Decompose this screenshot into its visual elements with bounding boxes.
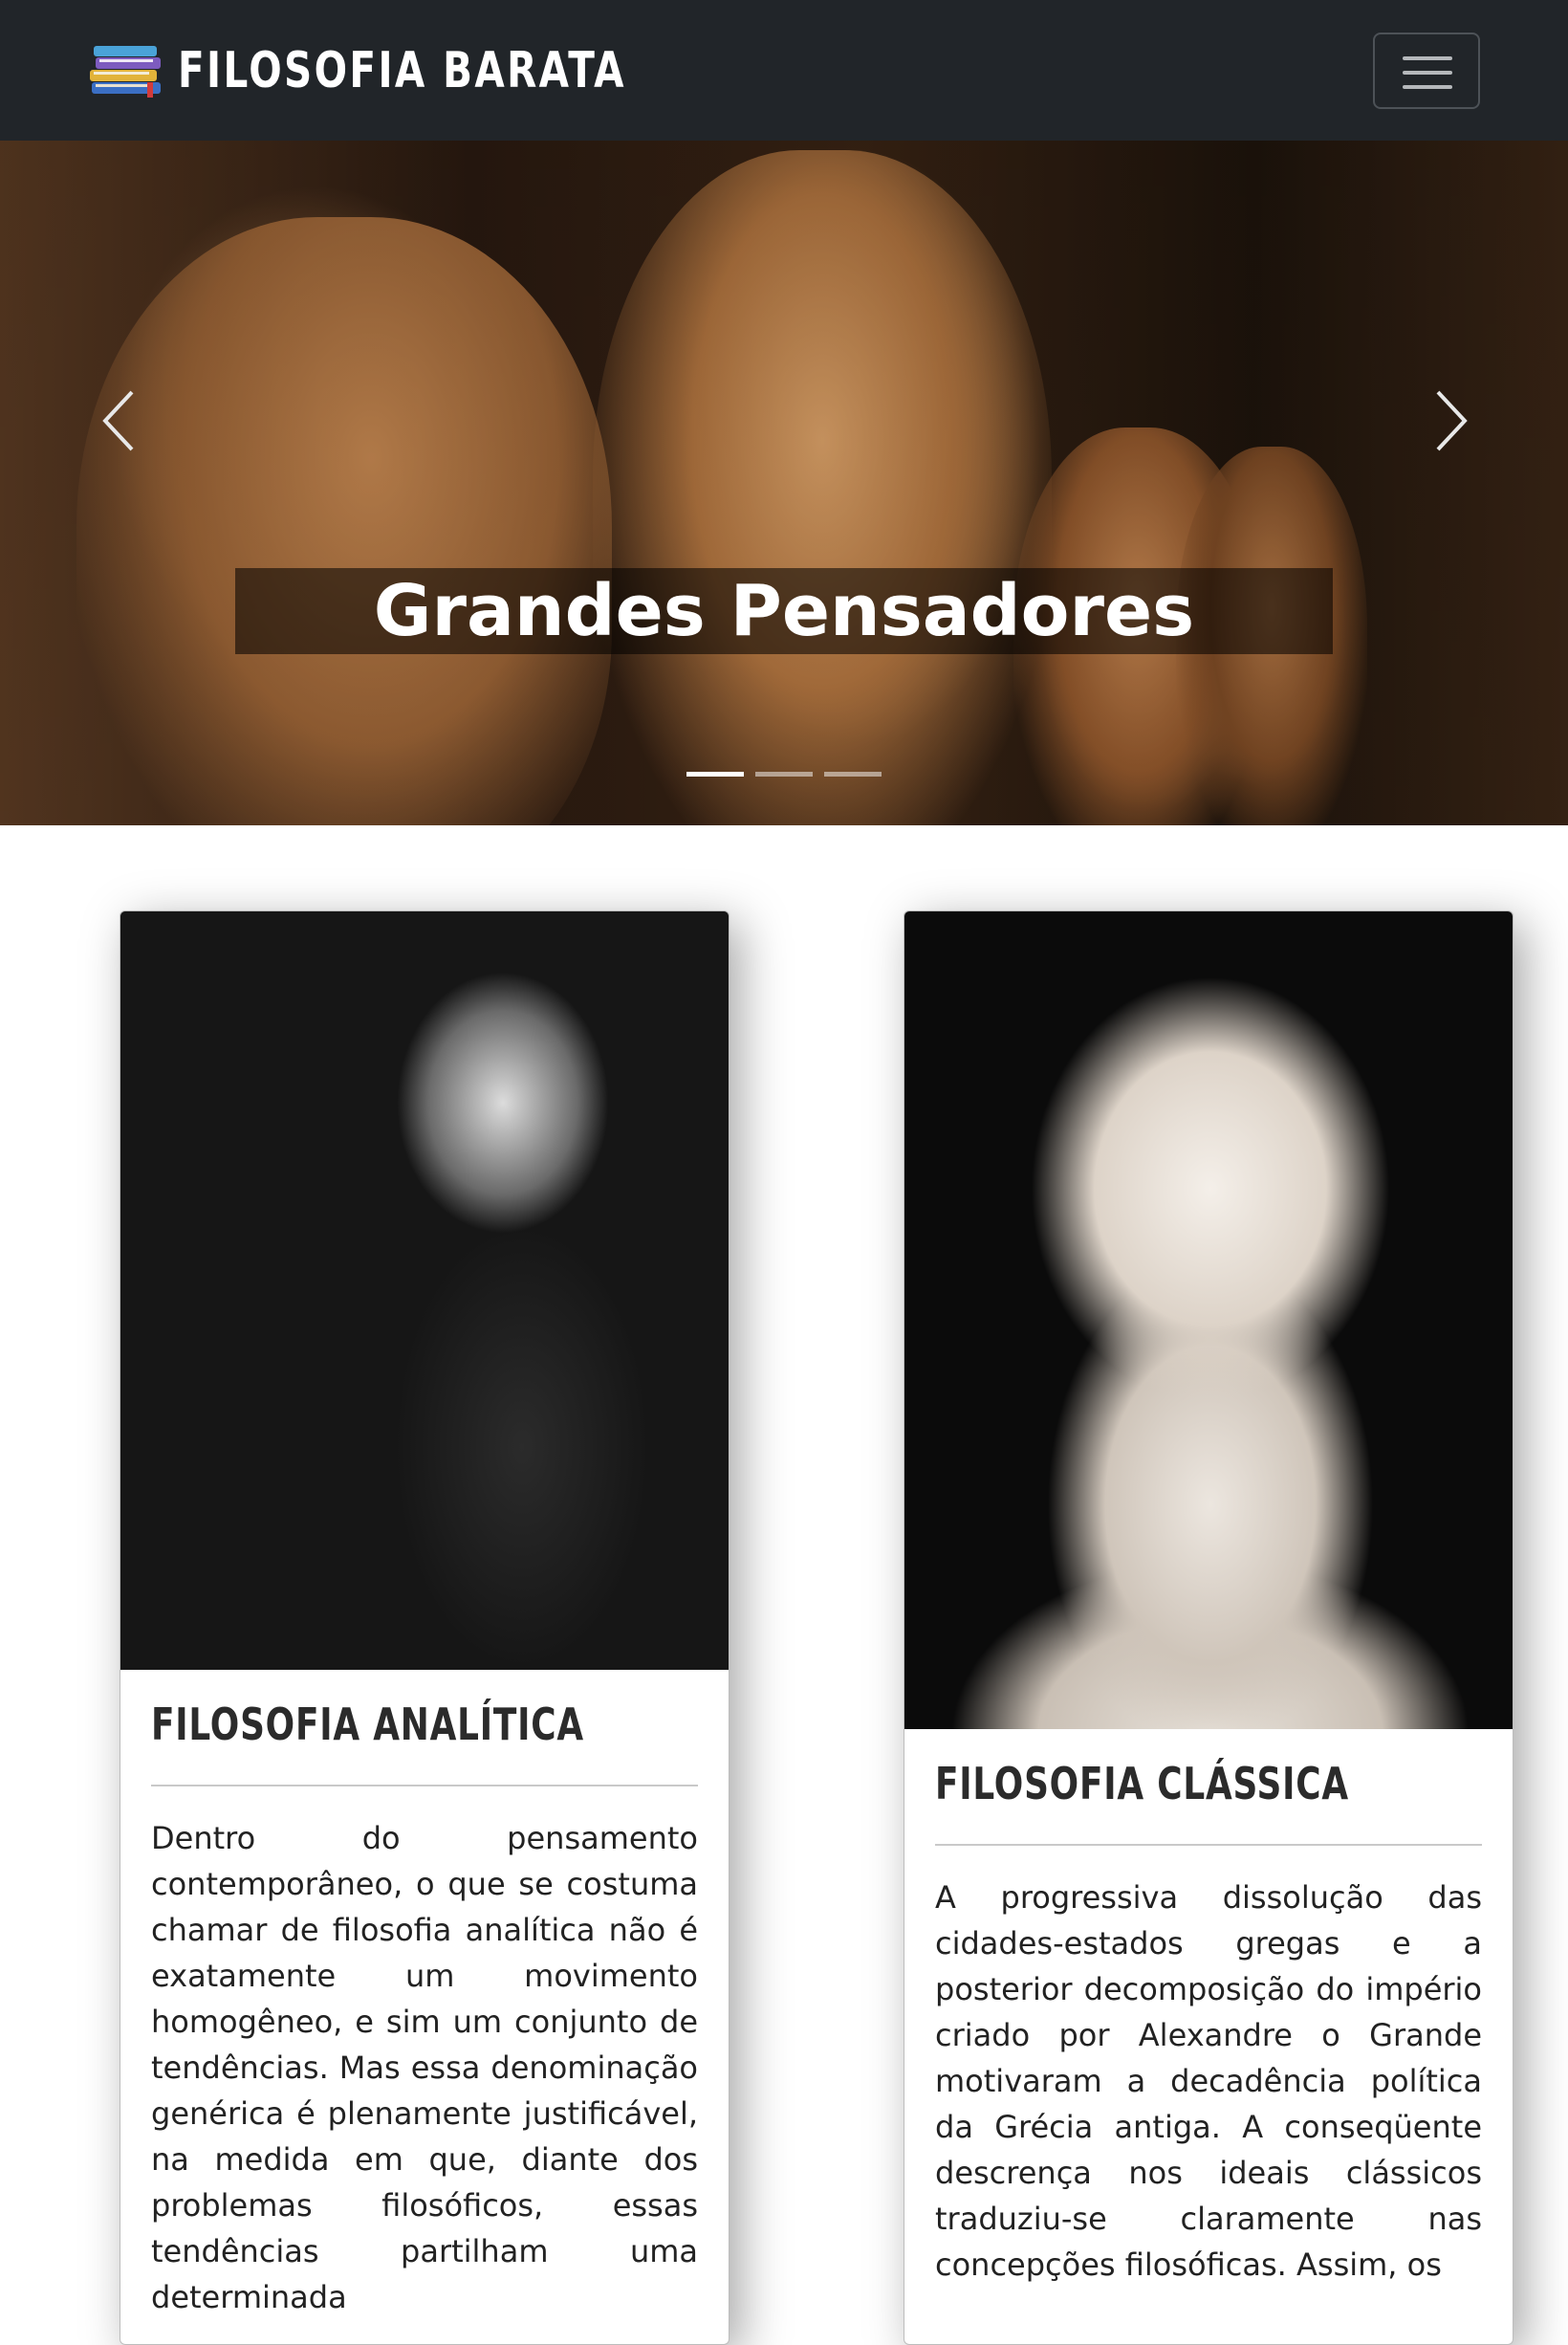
card-filosofia-analitica[interactable]: FILOSOFIA ANALÍTICA Dentro do pensamento…: [120, 910, 730, 2345]
hamburger-icon: [1403, 56, 1452, 60]
brand[interactable]: FILOSOFIA BARATA: [88, 34, 752, 107]
carousel-caption: Grandes Pensadores: [235, 568, 1333, 654]
carousel-indicator-2[interactable]: [755, 772, 813, 777]
carousel-indicator-3[interactable]: [824, 772, 882, 777]
card-image: [120, 911, 729, 1670]
carousel-next-button[interactable]: [1423, 383, 1480, 459]
carousel-indicator-1[interactable]: [686, 772, 744, 777]
carousel-indicators: [686, 772, 882, 777]
menu-toggle-button[interactable]: [1373, 33, 1480, 109]
carousel-prev-button[interactable]: [90, 383, 147, 459]
carousel-caption-text: Grandes Pensadores: [373, 570, 1195, 652]
card-filosofia-classica[interactable]: FILOSOFIA CLÁSSICA A progressiva dissolu…: [904, 910, 1514, 2345]
divider: [935, 1844, 1482, 1846]
card-text: Dentro do pensamento contemporâneo, o qu…: [151, 1820, 698, 2315]
card-image: [904, 911, 1513, 1729]
brand-title: FILOSOFIA BARATA: [178, 42, 626, 99]
chevron-right-icon: [1436, 390, 1468, 451]
navbar: FILOSOFIA BARATA: [0, 0, 1568, 141]
chevron-left-icon: [102, 390, 134, 451]
card-title: FILOSOFIA CLÁSSICA: [935, 1758, 1349, 1809]
card-text: A progressiva dissolução das cidades-est…: [935, 1879, 1482, 2283]
hero-carousel: Grandes Pensadores: [0, 141, 1568, 825]
books-icon: [88, 42, 164, 99]
card-title: FILOSOFIA ANALÍTICA: [151, 1698, 584, 1750]
divider: [151, 1785, 698, 1786]
